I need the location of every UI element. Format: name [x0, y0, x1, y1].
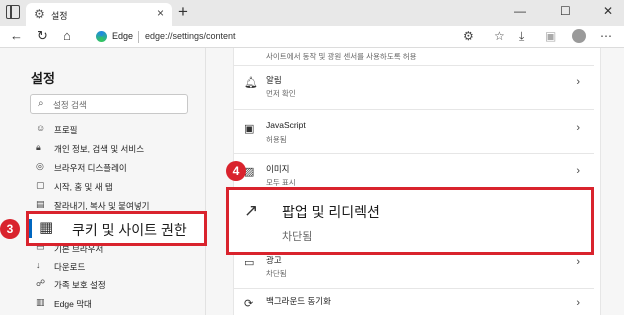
- site-permissions-icon: ▦: [39, 219, 54, 236]
- code-icon: ▣: [244, 123, 255, 135]
- sidebar-item-label: 다운로드: [54, 262, 86, 272]
- row-title: 광고: [266, 255, 282, 265]
- lock-icon: 🔒︎: [36, 142, 41, 152]
- chevron-right-icon: ›: [576, 297, 580, 309]
- sidebar-item-label: 쿠키 및 사이트 권한: [72, 222, 187, 238]
- download-icon[interactable]: ⤓: [519, 29, 524, 43]
- site-permission-icon[interactable]: ⚙: [463, 29, 474, 43]
- family-icon: ☍: [36, 278, 46, 288]
- settings-sidebar: 설정 ⌕ 설정 검색 ☺ 프로필 🔒︎ 개인 정보, 검색 및 서비스 ◎ 브라…: [0, 48, 205, 315]
- more-menu-icon[interactable]: ⋯: [600, 29, 612, 43]
- sidebar-item-privacy[interactable]: 🔒︎ 개인 정보, 검색 및 서비스: [30, 141, 200, 157]
- sidebar-item-label: 브라우저 디스플레이: [54, 163, 127, 173]
- row-subtitle: 먼저 확인: [266, 89, 296, 98]
- sidebar-item-label: 프로필: [54, 125, 78, 135]
- edge-logo-icon: [96, 31, 107, 42]
- row-title: 팝업 및 리디렉션: [282, 204, 380, 220]
- tab-actions-icon[interactable]: [6, 4, 20, 19]
- row-subtitle: 허용됨: [266, 135, 287, 144]
- gear-icon: ⚙: [34, 7, 45, 21]
- minimize-button[interactable]: —: [514, 4, 526, 18]
- close-icon[interactable]: ×: [157, 7, 164, 19]
- ads-icon: ▭: [244, 257, 255, 269]
- chevron-right-icon: ›: [576, 76, 580, 88]
- sync-icon: ⟳: [244, 298, 254, 310]
- row-subtitle: 차단됨: [282, 231, 313, 243]
- address-brand: Edge: [112, 31, 134, 41]
- home-icon[interactable]: ⌂: [63, 29, 71, 43]
- address-bar[interactable]: Edge edge://settings/content: [88, 28, 488, 46]
- sensor-description: 사이트에서 동작 및 광원 센서를 사용하도록 허용: [266, 52, 417, 61]
- setting-row-notifications[interactable]: 🔔︎ 알림 먼저 확인 ›: [234, 68, 594, 106]
- favorites-star-icon[interactable]: ☆: [494, 29, 505, 43]
- back-arrow-icon[interactable]: ←: [10, 29, 23, 43]
- download-icon: ↓: [36, 260, 41, 270]
- new-tab-button[interactable]: +: [178, 3, 188, 21]
- search-input[interactable]: ⌕ 설정 검색: [30, 94, 188, 114]
- chevron-right-icon: ›: [576, 256, 580, 268]
- palette-icon: ◎: [36, 161, 44, 171]
- setting-row-javascript[interactable]: ▣ JavaScript 허용됨 ›: [234, 114, 594, 152]
- selected-indicator: [29, 219, 32, 238]
- bell-icon: 🔔︎: [244, 77, 258, 89]
- tab-title: 설정: [51, 11, 68, 21]
- setting-row-background-sync[interactable]: ⟳ 백그라운드 동기화 ›: [234, 289, 594, 315]
- search-placeholder: 설정 검색: [53, 100, 87, 110]
- search-icon: ⌕: [38, 98, 44, 109]
- row-title: JavaScript: [266, 120, 306, 130]
- sidebar-item-start-home[interactable]: ▢ 시작, 홈 및 새 탭: [30, 179, 200, 195]
- close-window-button[interactable]: ✕: [603, 4, 613, 18]
- row-subtitle: 차단됨: [266, 269, 287, 278]
- divider: [234, 109, 594, 110]
- chevron-right-icon: ›: [576, 122, 580, 134]
- sidebar-item-label: 개인 정보, 검색 및 서비스: [54, 144, 145, 154]
- step-marker-4: 4: [226, 161, 246, 181]
- sidebar-item-edge-bar[interactable]: ▥ Edge 막대: [30, 296, 200, 312]
- profile-avatar[interactable]: [572, 29, 586, 43]
- external-link-icon: ↗: [244, 201, 259, 220]
- row-title: 이미지: [266, 164, 290, 174]
- sidebar-item-cookies-site-permissions[interactable]: ▦ 쿠키 및 사이트 권한: [26, 211, 207, 246]
- sidebar-item-label: Edge 막대: [54, 299, 92, 309]
- row-title: 백그라운드 동기화: [266, 296, 331, 306]
- address-url[interactable]: edge://settings/content: [145, 31, 236, 41]
- sidebar-item-profile[interactable]: ☺ 프로필: [30, 122, 200, 138]
- sidebar-item-appearance[interactable]: ◎ 브라우저 디스플레이: [30, 160, 200, 176]
- sidebar-item-label: 가족 보호 설정: [54, 280, 106, 290]
- row-title: 알림: [266, 75, 282, 85]
- step-marker-3: 3: [0, 219, 20, 239]
- setting-row-popups-redirects[interactable]: ↗ 팝업 및 리디렉션 차단됨: [226, 187, 594, 255]
- sidebar-item-downloads[interactable]: ↓ 다운로드: [30, 259, 200, 275]
- profile-icon: ☺: [36, 123, 46, 133]
- chevron-right-icon: ›: [576, 165, 580, 177]
- home-icon: ▢: [36, 180, 45, 190]
- maximize-button[interactable]: ☐: [560, 4, 571, 18]
- collections-icon[interactable]: ▣: [545, 29, 556, 43]
- toolbar: ← ↻ ⌂ Edge edge://settings/content ⚙ ☆ ⤓…: [0, 26, 624, 48]
- sidebar-item-family[interactable]: ☍ 가족 보호 설정: [30, 277, 200, 293]
- page-title: 설정: [31, 71, 55, 86]
- sidebar-item-label: 시작, 홈 및 새 탭: [54, 182, 113, 192]
- address-divider: [138, 31, 139, 43]
- clipboard-icon: ▤: [36, 199, 45, 209]
- tab-bar: ⚙ 설정 × + — ☐ ✕: [0, 0, 624, 26]
- refresh-icon[interactable]: ↻: [37, 29, 48, 43]
- divider: [234, 153, 594, 154]
- tab-settings[interactable]: ⚙ 설정 ×: [26, 3, 172, 26]
- edge-bar-icon: ▥: [36, 297, 45, 307]
- divider: [234, 65, 594, 66]
